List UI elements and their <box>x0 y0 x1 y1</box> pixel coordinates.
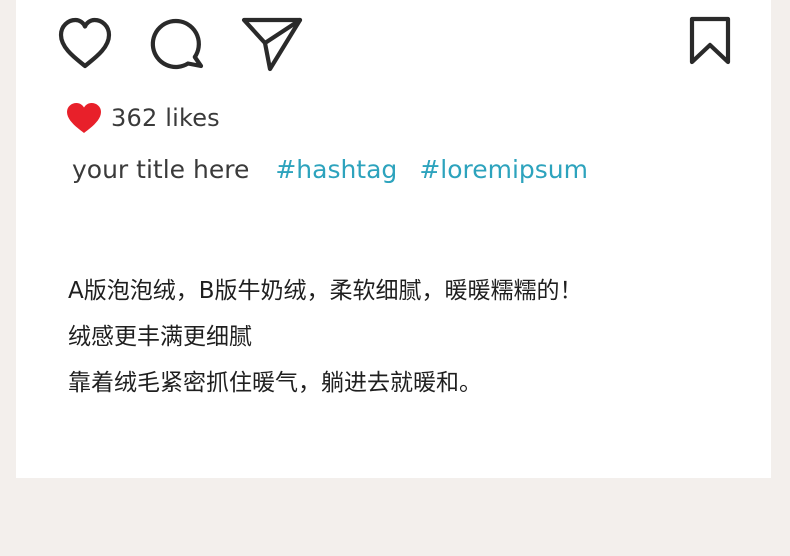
paper-plane-icon[interactable] <box>241 16 303 74</box>
heart-filled-icon <box>67 103 101 133</box>
description-line: 绒感更丰满更细腻 <box>68 324 252 350</box>
bookmark-icon[interactable] <box>688 16 732 66</box>
likes-row[interactable]: 362 likes <box>66 100 220 136</box>
comment-bubble-icon[interactable] <box>150 16 206 72</box>
description-line: 靠着绒毛紧密抓住暖气，躺进去就暖和。 <box>68 370 482 396</box>
caption-title: your title here <box>72 155 250 184</box>
post-card: 362 likes your title here #hashtag #lore… <box>16 0 771 478</box>
heart-outline-icon[interactable] <box>56 16 114 72</box>
hashtag-link[interactable]: #hashtag <box>275 155 397 184</box>
hashtag-link[interactable]: #loremipsum <box>419 155 588 184</box>
description-line: A版泡泡绒，B版牛奶绒，柔软细腻，暖暖糯糯的！ <box>68 278 583 304</box>
likes-count: 362 likes <box>111 104 220 132</box>
post-description: A版泡泡绒，B版牛奶绒，柔软细腻，暖暖糯糯的！ 绒感更丰满更细腻 靠着绒毛紧密抓… <box>68 268 583 406</box>
caption-row: your title here #hashtag #loremipsum <box>72 155 610 184</box>
